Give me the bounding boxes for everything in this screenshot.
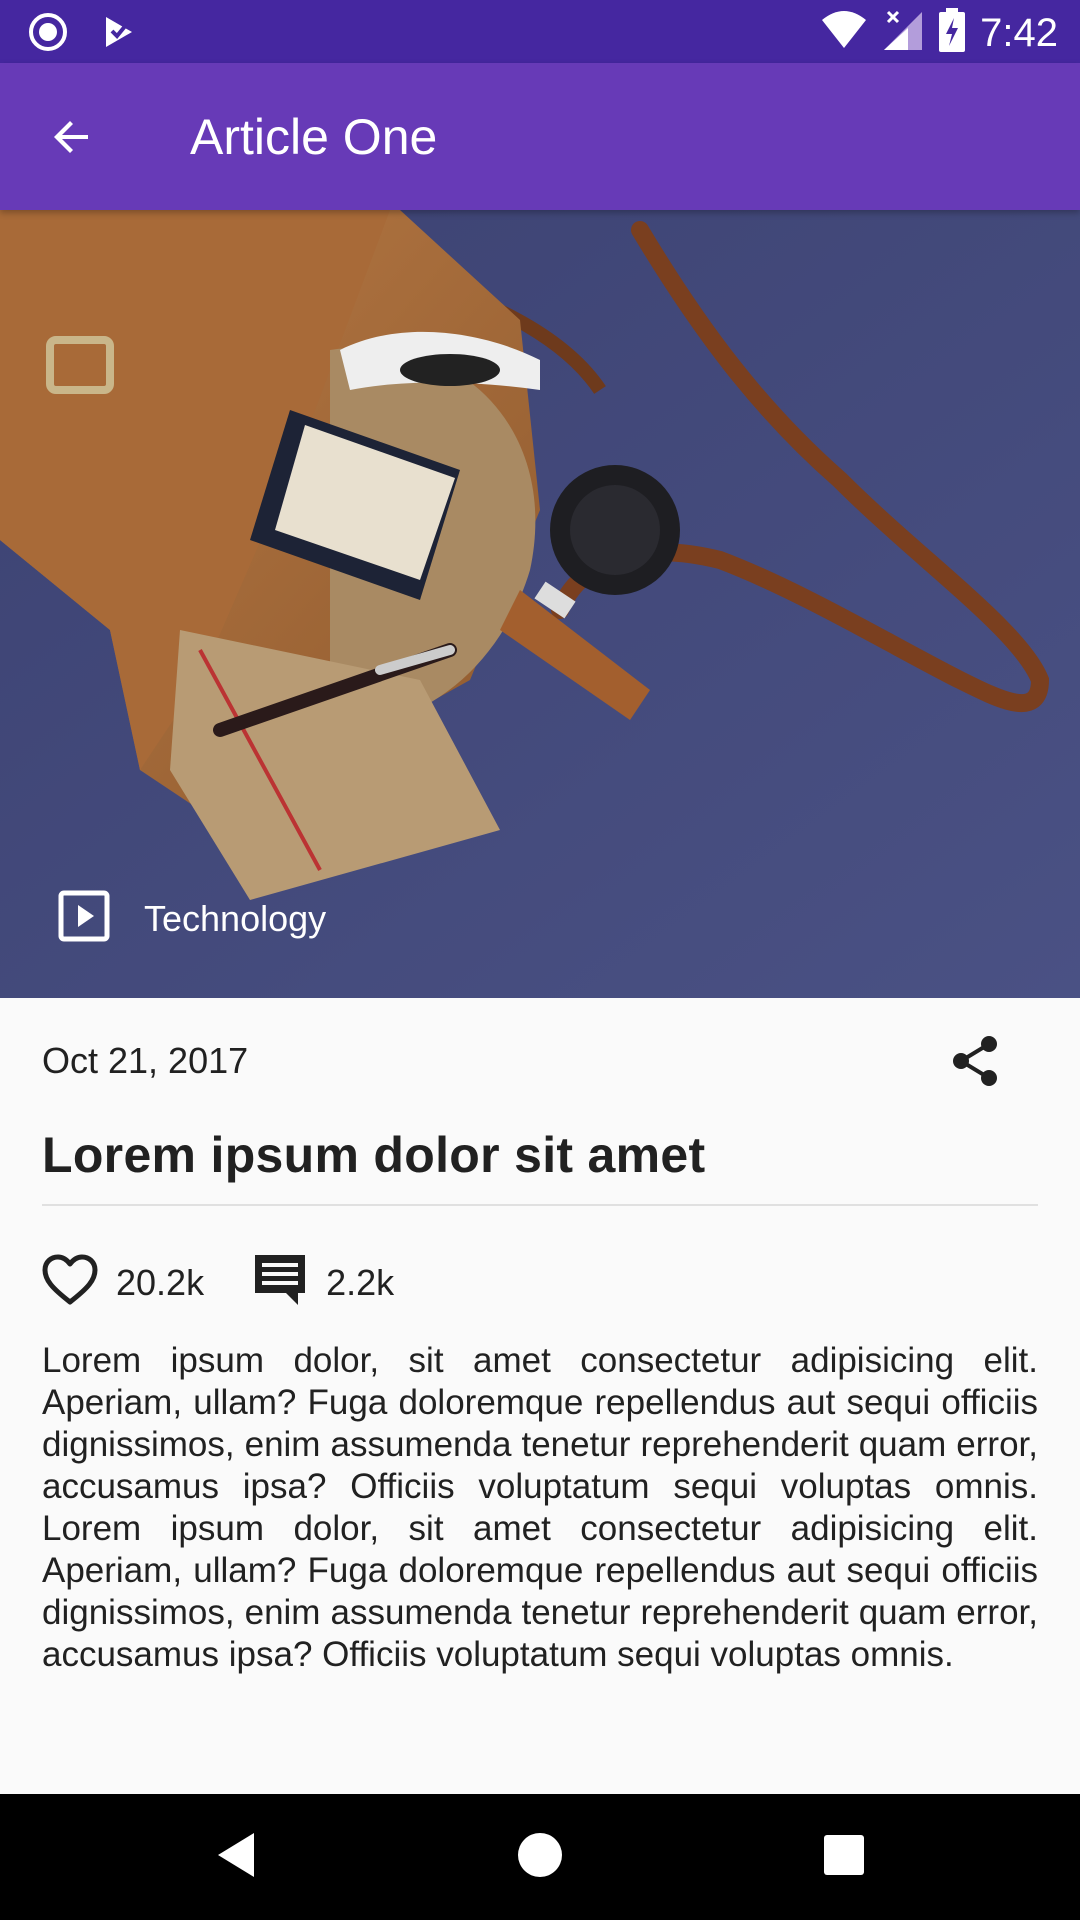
system-nav-bar bbox=[0, 1794, 1080, 1920]
nav-back-button[interactable] bbox=[203, 1824, 269, 1890]
battery-charging-icon bbox=[938, 8, 966, 57]
recents-square-icon bbox=[822, 1833, 866, 1882]
status-bar: 7:42 bbox=[0, 0, 1080, 63]
heart-outline-icon bbox=[42, 1254, 98, 1311]
notification-circle-icon bbox=[28, 12, 68, 57]
category-tag[interactable]: Technology bbox=[58, 890, 326, 947]
app-bar: Article One bbox=[0, 63, 1080, 210]
like-button[interactable]: 20.2k bbox=[42, 1254, 204, 1311]
back-button[interactable] bbox=[36, 103, 108, 175]
category-label: Technology bbox=[144, 897, 327, 939]
status-right-icons: 7:42 bbox=[820, 8, 1058, 57]
status-time: 7:42 bbox=[980, 10, 1058, 55]
comment-icon bbox=[252, 1252, 308, 1313]
play-store-icon bbox=[102, 14, 138, 55]
nav-home-button[interactable] bbox=[507, 1824, 573, 1890]
arrow-back-icon bbox=[48, 113, 96, 166]
article-title: Lorem ipsum dolor sit amet bbox=[42, 1127, 706, 1183]
comment-button[interactable]: 2.2k bbox=[252, 1252, 394, 1313]
hero-photo bbox=[0, 210, 1080, 998]
back-triangle-icon bbox=[214, 1830, 258, 1885]
nav-recents-button[interactable] bbox=[811, 1824, 877, 1890]
divider bbox=[42, 1204, 1038, 1206]
share-icon bbox=[949, 1035, 1001, 1092]
wifi-icon bbox=[820, 10, 868, 55]
like-count: 20.2k bbox=[116, 1261, 205, 1303]
hero-image: Technology bbox=[0, 210, 1080, 998]
play-box-icon bbox=[58, 890, 110, 947]
signal-icon bbox=[882, 8, 924, 57]
comment-count: 2.2k bbox=[326, 1261, 395, 1303]
share-button[interactable] bbox=[940, 1028, 1010, 1098]
article-date: Oct 21, 2017 bbox=[42, 1040, 249, 1081]
app-title: Article One bbox=[190, 109, 438, 165]
article-stats: 20.2k 2.2k bbox=[42, 1252, 394, 1313]
article-content: Oct 21, 2017 Lorem ipsum dolor sit amet … bbox=[0, 998, 1080, 1794]
article-body: Lorem ipsum dolor, sit amet consectetur … bbox=[42, 1341, 1038, 1674]
status-left-icons bbox=[28, 12, 138, 57]
home-circle-icon bbox=[516, 1831, 564, 1884]
